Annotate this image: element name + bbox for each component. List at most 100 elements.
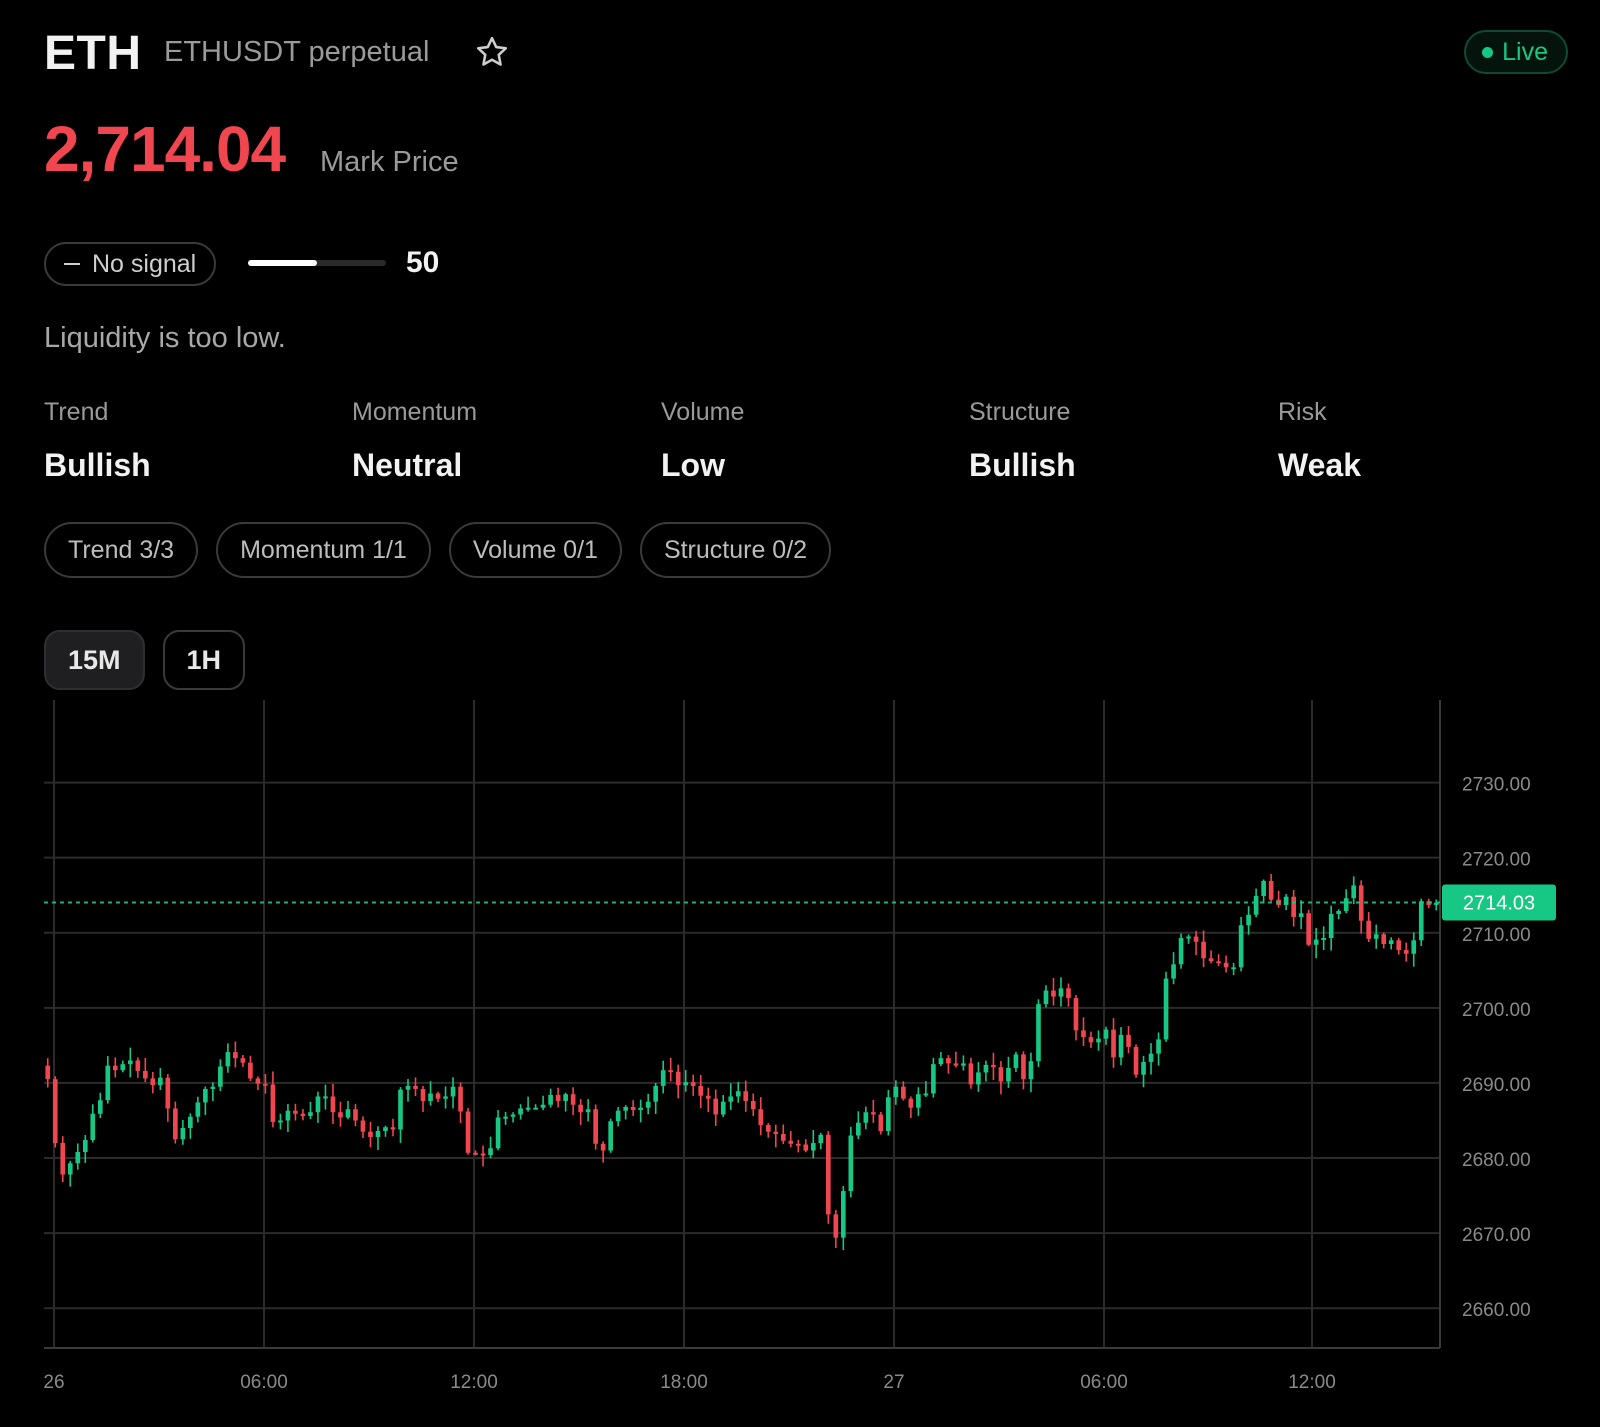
live-badge: Live bbox=[1464, 30, 1568, 74]
candle-up bbox=[203, 1088, 208, 1103]
candlestick-chart[interactable]: 2730.00 2720.00 2710.00 2700.00 2690.00 2680.… bbox=[0, 700, 1600, 1427]
timeframe-1h-button[interactable]: 1H bbox=[162, 630, 246, 690]
candle-down bbox=[165, 1077, 171, 1109]
y-axis-tick-label: 2660.00 bbox=[1462, 1300, 1531, 1321]
candle-up bbox=[1313, 939, 1319, 945]
x-axis-tick-label: 06:00 bbox=[1080, 1372, 1128, 1393]
y-axis-tick-label: 2690.00 bbox=[1462, 1075, 1531, 1096]
candle-up bbox=[1118, 1034, 1124, 1058]
y-axis-tick-label: 2720.00 bbox=[1462, 850, 1531, 871]
candle-down bbox=[480, 1153, 486, 1156]
candle-up bbox=[1028, 1061, 1034, 1080]
candle-up bbox=[1411, 940, 1417, 954]
chip-momentum[interactable]: Momentum 1/1 bbox=[216, 522, 431, 578]
candle-up bbox=[660, 1070, 666, 1086]
candle-up bbox=[158, 1077, 163, 1086]
candle-down bbox=[368, 1131, 373, 1137]
candle-down bbox=[248, 1062, 253, 1079]
candle-down bbox=[773, 1131, 779, 1134]
candle-down bbox=[112, 1065, 118, 1071]
candle-up bbox=[488, 1148, 493, 1156]
candle-down bbox=[338, 1112, 343, 1118]
candle-down bbox=[750, 1100, 756, 1110]
candle-up bbox=[127, 1060, 133, 1065]
candle-up bbox=[315, 1096, 321, 1113]
metric-label: Momentum bbox=[352, 398, 478, 426]
candle-down bbox=[330, 1096, 336, 1113]
candle-up bbox=[1043, 990, 1049, 1005]
candle-up bbox=[840, 1191, 846, 1238]
candle-up bbox=[383, 1127, 388, 1131]
candle-up bbox=[75, 1152, 81, 1164]
candle-down bbox=[413, 1085, 418, 1089]
chip-structure[interactable]: Structure 0/2 bbox=[639, 522, 832, 578]
candle-down bbox=[675, 1071, 681, 1086]
candle-down bbox=[908, 1098, 914, 1108]
candle-up bbox=[1336, 910, 1342, 914]
candle-down bbox=[788, 1140, 794, 1144]
candle-up bbox=[563, 1094, 568, 1101]
candle-up bbox=[1283, 896, 1289, 905]
candle-up bbox=[1013, 1054, 1019, 1068]
candle-up bbox=[1238, 925, 1244, 968]
candle-up bbox=[218, 1066, 223, 1087]
metric-label: Volume bbox=[661, 398, 745, 426]
timeframe-selector: 15M 1H bbox=[44, 630, 246, 690]
star-icon[interactable] bbox=[474, 34, 510, 70]
y-axis-tick-label: 2700.00 bbox=[1462, 1000, 1531, 1021]
candle-up bbox=[225, 1052, 231, 1067]
timeframe-15m-button[interactable]: 15M bbox=[44, 630, 145, 690]
candle-down bbox=[390, 1127, 396, 1130]
chip-trend[interactable]: Trend 3/3 bbox=[44, 522, 199, 578]
candle-up bbox=[1186, 936, 1191, 939]
candle-up bbox=[720, 1101, 726, 1115]
live-dot-icon bbox=[1482, 46, 1494, 58]
metric-label: Trend bbox=[44, 398, 109, 426]
metric-label: Risk bbox=[1278, 398, 1327, 426]
candle-up bbox=[848, 1135, 854, 1192]
candle-down bbox=[300, 1113, 306, 1116]
candle-up bbox=[195, 1102, 201, 1117]
candle-down bbox=[1216, 961, 1221, 964]
candle-up bbox=[405, 1085, 411, 1090]
candle-down bbox=[1396, 940, 1402, 951]
candle-down bbox=[465, 1111, 471, 1153]
candle-down bbox=[1208, 958, 1214, 962]
candle-down bbox=[293, 1110, 298, 1114]
candle-down bbox=[1081, 1030, 1086, 1038]
candle-up bbox=[1163, 978, 1169, 1040]
candle-up bbox=[810, 1143, 816, 1151]
candle-up bbox=[1298, 913, 1304, 917]
candle-up bbox=[548, 1094, 553, 1105]
candle-up bbox=[278, 1120, 283, 1123]
candle-down bbox=[1201, 941, 1206, 959]
candle-up bbox=[533, 1107, 538, 1110]
candle-down bbox=[953, 1063, 959, 1066]
candle-up bbox=[923, 1093, 929, 1096]
candle-down bbox=[1021, 1054, 1026, 1080]
candle-up bbox=[1343, 898, 1349, 911]
y-axis-tick-label: 2680.00 bbox=[1462, 1150, 1531, 1171]
candle-down bbox=[353, 1109, 358, 1121]
metrics-row: Trend Bullish Momentum Neutral Volume Lo… bbox=[44, 398, 1574, 488]
signal-label: No signal bbox=[92, 249, 197, 278]
candle-down bbox=[360, 1120, 366, 1132]
candle-down bbox=[555, 1094, 561, 1101]
candle-up bbox=[1141, 1061, 1146, 1075]
metric-trend: Trend Bullish bbox=[44, 398, 151, 484]
chip-volume[interactable]: Volume 0/1 bbox=[448, 522, 622, 578]
candle-down bbox=[1381, 934, 1387, 945]
y-axis-tick-label: 2710.00 bbox=[1462, 925, 1531, 946]
candle-down bbox=[795, 1143, 801, 1146]
candle-up bbox=[735, 1091, 741, 1097]
candle-up bbox=[1171, 964, 1176, 979]
y-axis-tick-label: 2670.00 bbox=[1462, 1225, 1531, 1246]
candle-down bbox=[713, 1098, 719, 1115]
signal-badge: No signal bbox=[44, 242, 217, 286]
candle-up bbox=[1388, 940, 1394, 945]
candle-up bbox=[886, 1097, 891, 1131]
candle-up bbox=[818, 1134, 824, 1144]
candle-up bbox=[540, 1104, 546, 1108]
candle-up bbox=[82, 1140, 88, 1153]
candle-up bbox=[1373, 934, 1379, 939]
